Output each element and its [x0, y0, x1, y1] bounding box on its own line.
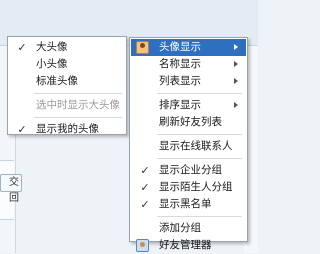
- menu-item-large-avatar-on-select: 选中时显示大头像: [8, 97, 126, 114]
- menu-item-label: 大头像: [36, 41, 68, 53]
- menu-separator: [157, 158, 242, 159]
- menu-item-show-my-avatar[interactable]: ✓ 显示我的头像: [8, 121, 126, 138]
- background-return-button[interactable]: 交回: [0, 174, 22, 204]
- menu-item-label: 标准头像: [36, 75, 78, 87]
- menu-item-refresh-friend-list[interactable]: 刷新好友列表: [131, 114, 246, 131]
- menu-item-show-enterprise-group[interactable]: ✓ 显示企业分组: [131, 162, 246, 179]
- menu-separator: [157, 93, 242, 94]
- menu-item-show-blacklist[interactable]: ✓ 显示黑名单: [131, 196, 246, 213]
- menu-item-label: 选中时显示大头像: [36, 99, 120, 111]
- menu-item-show-stranger-group[interactable]: ✓ 显示陌生人分组: [131, 179, 246, 196]
- menu-item-label: 排序显示: [159, 99, 201, 111]
- menu-item-label: 显示陌生人分组: [159, 181, 233, 193]
- checkmark-icon: ✓: [140, 198, 150, 211]
- menu-item-list-display[interactable]: 列表显示: [131, 73, 246, 90]
- menu-separator: [34, 93, 122, 94]
- menu-item-label: 显示企业分组: [159, 164, 222, 176]
- menu-separator: [157, 216, 242, 217]
- menu-item-avatar-display[interactable]: 头像显示: [131, 39, 246, 56]
- contact-list-context-menu: 头像显示 名称显示 列表显示 排序显示 刷新好友列表 显示在线联系人 ✓ 显示企…: [129, 37, 248, 252]
- menu-item-large-avatar[interactable]: ✓ 大头像: [8, 39, 126, 56]
- checkmark-icon: ✓: [140, 181, 150, 194]
- submenu-arrow-icon: [234, 61, 238, 67]
- checkmark-icon: ✓: [17, 41, 27, 54]
- menu-item-label: 添加分组: [159, 222, 201, 234]
- menu-separator: [34, 117, 122, 118]
- submenu-arrow-icon: [234, 102, 238, 108]
- menu-item-label: 显示在线联系人: [159, 140, 233, 152]
- menu-item-label: 刷新好友列表: [159, 116, 222, 128]
- menu-item-name-display[interactable]: 名称显示: [131, 56, 246, 73]
- menu-item-label: 列表显示: [159, 75, 201, 87]
- menu-item-label: 好友管理器: [159, 239, 212, 251]
- checkmark-icon: ✓: [17, 123, 27, 136]
- friend-manager-icon: [136, 239, 149, 252]
- menu-item-label: 小头像: [36, 58, 68, 70]
- menu-item-label: 名称显示: [159, 58, 201, 70]
- menu-item-standard-avatar[interactable]: 标准头像: [8, 73, 126, 90]
- submenu-arrow-icon: [234, 44, 238, 50]
- menu-item-friend-manager[interactable]: 好友管理器: [131, 237, 246, 254]
- menu-item-label: 头像显示: [159, 41, 201, 53]
- menu-item-label: 显示我的头像: [36, 123, 99, 135]
- menu-item-add-group[interactable]: 添加分组: [131, 220, 246, 237]
- menu-item-sort-display[interactable]: 排序显示: [131, 97, 246, 114]
- submenu-arrow-icon: [234, 78, 238, 84]
- menu-item-label: 显示黑名单: [159, 198, 212, 210]
- menu-item-show-online-contacts[interactable]: 显示在线联系人: [131, 138, 246, 155]
- menu-item-small-avatar[interactable]: 小头像: [8, 56, 126, 73]
- avatar-icon: [136, 41, 149, 54]
- menu-separator: [157, 134, 242, 135]
- checkmark-icon: ✓: [140, 164, 150, 177]
- avatar-display-submenu: ✓ 大头像 小头像 标准头像 选中时显示大头像 ✓ 显示我的头像: [7, 36, 127, 138]
